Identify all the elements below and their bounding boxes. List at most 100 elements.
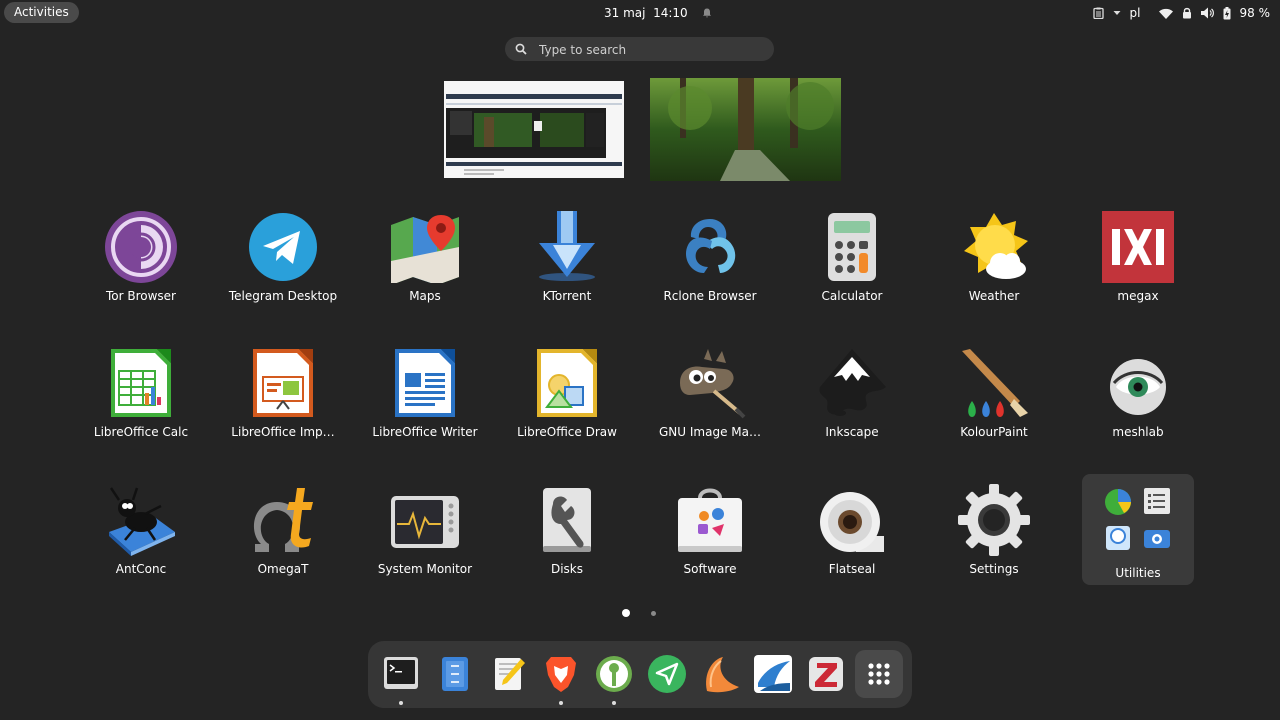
app-ktorrent[interactable]: KTorrent bbox=[497, 207, 637, 315]
top-bar: Activities 31 maj 14:10 pl 98 % bbox=[0, 0, 1280, 26]
software-icon bbox=[678, 488, 742, 552]
gimp-icon bbox=[680, 349, 746, 419]
app-label: Utilities bbox=[1115, 566, 1161, 580]
date-label: 31 maj bbox=[604, 6, 646, 20]
search-icon bbox=[515, 43, 527, 55]
meshlab-icon bbox=[1110, 359, 1166, 415]
dock-brave-browser[interactable] bbox=[540, 653, 582, 705]
app-label: LibreOffice Draw bbox=[517, 425, 617, 439]
notification-bell-icon bbox=[702, 8, 711, 18]
dock-send-app[interactable] bbox=[646, 653, 688, 695]
libreoffice-writer-icon bbox=[395, 349, 455, 417]
dock-clementine[interactable] bbox=[699, 653, 741, 695]
workspace-2-forest-wallpaper bbox=[650, 78, 841, 181]
app-label: Inkscape bbox=[825, 425, 879, 439]
workspace-thumbnail-2[interactable] bbox=[650, 78, 841, 181]
libreoffice-calc-icon bbox=[111, 349, 171, 417]
app-label: LibreOffice Writer bbox=[372, 425, 478, 439]
app-label: LibreOffice Calc bbox=[93, 425, 189, 439]
calculator-icon bbox=[828, 213, 876, 281]
app-flatseal[interactable]: Flatseal bbox=[782, 480, 922, 588]
chevron-down-icon[interactable] bbox=[1113, 9, 1121, 17]
app-label: Calculator bbox=[821, 289, 883, 303]
vpn-lock-icon bbox=[1182, 7, 1191, 19]
app-weather[interactable]: Weather bbox=[924, 207, 1064, 315]
terminal-icon bbox=[384, 657, 418, 689]
app-label: Tor Browser bbox=[105, 289, 176, 303]
battery-percentage: 98 % bbox=[1239, 6, 1271, 20]
app-gimp[interactable]: GNU Image Ma… bbox=[640, 343, 780, 451]
dock-files[interactable] bbox=[434, 653, 476, 695]
app-label: megax bbox=[1117, 289, 1159, 303]
page-indicator-1[interactable] bbox=[622, 609, 630, 617]
show-apps-button[interactable] bbox=[855, 650, 903, 698]
telegram-icon bbox=[249, 213, 317, 281]
time-label: 14:10 bbox=[653, 6, 688, 20]
dock-stellarium[interactable] bbox=[752, 653, 794, 695]
app-label: Weather bbox=[968, 289, 1020, 303]
app-libreoffice-writer[interactable]: LibreOffice Writer bbox=[355, 343, 495, 451]
app-libreoffice-impress[interactable]: LibreOffice Imp… bbox=[213, 343, 353, 451]
activities-button[interactable]: Activities bbox=[4, 2, 79, 23]
app-rclone-browser[interactable]: Rclone Browser bbox=[640, 207, 780, 315]
keepassxc-icon bbox=[596, 656, 632, 692]
keyboard-layout-label: pl bbox=[1129, 6, 1141, 20]
page-indicator-2[interactable] bbox=[651, 611, 656, 616]
dock-text-editor[interactable] bbox=[487, 653, 529, 695]
battery-charging-icon bbox=[1223, 6, 1230, 19]
ktorrent-icon bbox=[539, 211, 595, 281]
app-inkscape[interactable]: Inkscape bbox=[782, 343, 922, 451]
app-tor-browser[interactable]: Tor Browser bbox=[71, 207, 211, 315]
zotero-icon bbox=[809, 657, 843, 691]
status-area[interactable]: pl 98 % bbox=[1092, 0, 1271, 26]
app-label: Software bbox=[683, 562, 737, 576]
app-software[interactable]: Software bbox=[640, 480, 780, 588]
dock-keepassxc[interactable] bbox=[593, 653, 635, 705]
brave-browser-icon bbox=[546, 657, 576, 692]
search-box[interactable] bbox=[505, 37, 774, 61]
app-label: System Monitor bbox=[377, 562, 473, 576]
tor-browser-icon bbox=[105, 211, 177, 283]
utilities-folder-icon bbox=[1105, 488, 1170, 550]
maps-icon bbox=[391, 215, 459, 283]
megax-icon bbox=[1102, 211, 1174, 283]
app-maps[interactable]: Maps bbox=[355, 207, 495, 315]
dock-zotero[interactable] bbox=[805, 653, 847, 695]
keyboard-layout-indicator[interactable]: pl bbox=[1130, 6, 1150, 20]
app-kolourpaint[interactable]: KolourPaint bbox=[924, 343, 1064, 451]
volume-icon bbox=[1200, 7, 1214, 19]
app-disks[interactable]: Disks bbox=[497, 480, 637, 588]
dock bbox=[368, 641, 912, 708]
app-omegat[interactable]: OmegaT bbox=[213, 480, 353, 588]
antconc-icon bbox=[109, 487, 175, 556]
workspace-thumbnail-1[interactable] bbox=[444, 81, 624, 178]
app-system-monitor[interactable]: System Monitor bbox=[355, 480, 495, 588]
search-input[interactable] bbox=[537, 40, 771, 60]
app-label: Flatseal bbox=[828, 562, 876, 576]
inkscape-icon bbox=[819, 349, 886, 416]
app-antconc[interactable]: AntConc bbox=[71, 480, 211, 588]
running-indicator bbox=[559, 701, 563, 705]
app-label: Settings bbox=[969, 562, 1019, 576]
app-meshlab[interactable]: meshlab bbox=[1068, 343, 1208, 451]
clementine-icon bbox=[706, 657, 739, 693]
app-label: OmegaT bbox=[257, 562, 309, 576]
app-libreoffice-draw[interactable]: LibreOffice Draw bbox=[497, 343, 637, 451]
app-libreoffice-calc[interactable]: LibreOffice Calc bbox=[71, 343, 211, 451]
app-megax[interactable]: megax bbox=[1068, 207, 1208, 315]
app-label: Rclone Browser bbox=[663, 289, 757, 303]
clock-button[interactable]: 31 maj 14:10 bbox=[604, 0, 712, 26]
clipboard-icon[interactable] bbox=[1092, 7, 1104, 19]
dock-terminal[interactable] bbox=[380, 653, 422, 705]
weather-icon bbox=[964, 213, 1028, 279]
flatseal-icon bbox=[820, 492, 884, 552]
workspace-1-preview bbox=[444, 81, 624, 178]
folder-utilities[interactable]: Utilities bbox=[1082, 474, 1194, 585]
app-calculator[interactable]: Calculator bbox=[782, 207, 922, 315]
omegat-icon bbox=[253, 488, 313, 552]
app-label: Disks bbox=[550, 562, 584, 576]
app-label: meshlab bbox=[1112, 425, 1164, 439]
app-label: KTorrent bbox=[542, 289, 592, 303]
app-settings[interactable]: Settings bbox=[924, 480, 1064, 588]
app-telegram-desktop[interactable]: Telegram Desktop bbox=[213, 207, 353, 315]
